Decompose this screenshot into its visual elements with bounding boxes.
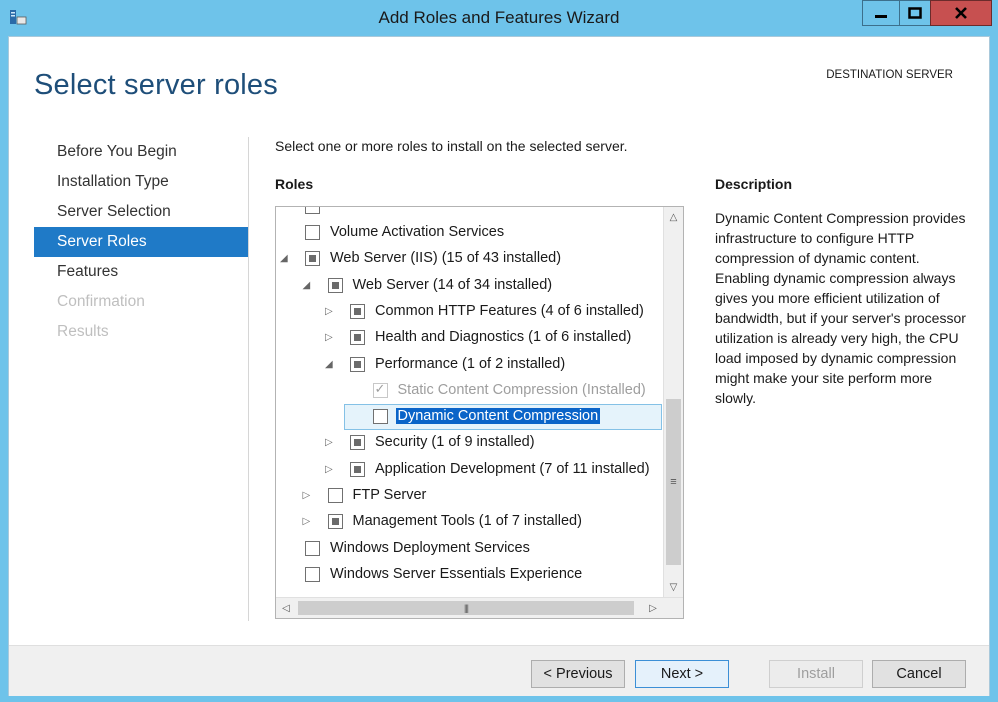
- tree-row[interactable]: ▷ Common HTTP Features (4 of 6 installed): [276, 299, 662, 325]
- expand-arrow-icon[interactable]: ▷: [325, 306, 335, 318]
- nav-item-features[interactable]: Features: [34, 257, 249, 287]
- chevron-left-icon: ◁: [282, 602, 290, 614]
- role-checkbox[interactable]: [372, 409, 388, 425]
- destination-server-label: DESTINATION SERVER: [826, 69, 953, 81]
- role-label: Performance (1 of 2 installed): [375, 355, 566, 372]
- wizard-footer: < Previous Next > Install Cancel: [9, 645, 989, 696]
- role-label: Management Tools (1 of 7 installed): [352, 513, 582, 530]
- nav-item-installation-type[interactable]: Installation Type: [34, 167, 249, 197]
- role-checkbox: [372, 381, 388, 398]
- description-heading: Description: [715, 176, 793, 192]
- tree-row[interactable]: Windows Deployment Services: [276, 536, 662, 562]
- maximize-icon: [908, 7, 922, 19]
- tree-row[interactable]: ▷ Application Development (7 of 11 instal…: [276, 457, 662, 483]
- role-checkbox[interactable]: [305, 225, 320, 240]
- vertical-scrollbar[interactable]: △ ≡ ▽: [663, 207, 683, 597]
- role-checkbox[interactable]: [327, 514, 343, 530]
- role-checkbox[interactable]: [305, 251, 320, 267]
- install-button: Install: [769, 660, 863, 688]
- intro-text: Select one or more roles to install on t…: [275, 138, 628, 154]
- roles-tree-rows: Volume Activation Services ◢ Web Server (I…: [276, 207, 662, 597]
- scroll-left-button[interactable]: ◁: [276, 598, 296, 618]
- page-title: Select server roles: [34, 69, 278, 101]
- wizard-window: Add Roles and Features Wizard Select ser…: [0, 0, 998, 702]
- tree-row[interactable]: ▷ FTP Server: [276, 483, 662, 509]
- nav-item-server-roles[interactable]: Server Roles: [34, 227, 249, 257]
- roles-tree[interactable]: Volume Activation Services ◢ Web Server (I…: [275, 206, 684, 619]
- nav-item-before-you-begin[interactable]: Before You Begin: [34, 137, 249, 167]
- tree-row[interactable]: ◢ Performance (1 of 2 installed): [276, 352, 662, 378]
- tree-row[interactable]: Windows Server Essentials Experience: [276, 562, 662, 588]
- nav-divider: [248, 137, 249, 621]
- description-text: Dynamic Content Compression provides inf…: [715, 210, 966, 406]
- horizontal-scrollbar[interactable]: ◁ ||| ▷: [276, 597, 683, 618]
- wizard-nav: Before You Begin Installation Type Serve…: [34, 137, 249, 347]
- role-label: Web Server (14 of 34 installed): [352, 276, 553, 293]
- roles-heading: Roles: [275, 176, 314, 192]
- role-label: Common HTTP Features (4 of 6 installed): [375, 302, 644, 319]
- chevron-right-icon: ▷: [649, 602, 657, 614]
- horizontal-scroll-thumb[interactable]: |||: [298, 601, 634, 615]
- role-checkbox: [305, 207, 320, 214]
- chevron-down-icon: ▽: [669, 581, 678, 593]
- minimize-icon: [875, 15, 887, 18]
- tree-row[interactable]: Static Content Compression (Installed): [276, 378, 662, 404]
- tree-row[interactable]: ▷ Security (1 of 9 installed): [276, 430, 662, 456]
- collapse-arrow-icon[interactable]: ◢: [303, 280, 313, 292]
- close-icon: [955, 7, 967, 19]
- expand-arrow-icon[interactable]: ▷: [325, 464, 335, 476]
- minimize-button[interactable]: [862, 0, 900, 26]
- collapse-arrow-icon[interactable]: ◢: [280, 253, 290, 265]
- nav-item-results: Results: [57, 323, 109, 340]
- window-title: Add Roles and Features Wizard: [378, 8, 620, 27]
- collapse-arrow-icon[interactable]: ◢: [325, 359, 335, 371]
- nav-item-confirmation: Confirmation: [57, 293, 145, 310]
- next-button[interactable]: Next >: [635, 660, 729, 688]
- scroll-right-button[interactable]: ▷: [643, 598, 663, 618]
- role-checkbox[interactable]: [305, 540, 320, 556]
- role-label: FTP Server: [352, 487, 427, 503]
- tree-row[interactable]: ▷ Health and Diagnostics (1 of 6 installe…: [276, 325, 662, 351]
- role-checkbox[interactable]: [350, 461, 365, 477]
- role-checkbox[interactable]: [305, 566, 320, 582]
- grip-icon: ≡: [670, 476, 677, 488]
- tree-row[interactable]: ◢ Web Server (14 of 34 installed): [276, 273, 662, 299]
- expand-arrow-icon[interactable]: ▷: [303, 490, 313, 502]
- nav-item-server-selection[interactable]: Server Selection: [34, 197, 249, 227]
- chevron-up-icon: △: [669, 211, 678, 223]
- title-bar[interactable]: Add Roles and Features Wizard: [0, 0, 998, 36]
- vertical-scroll-thumb[interactable]: ≡: [666, 399, 681, 565]
- role-label: Health and Diagnostics (1 of 6 installed…: [375, 329, 632, 346]
- role-label: Volume Activation Services: [330, 224, 505, 240]
- previous-button[interactable]: < Previous: [531, 660, 625, 688]
- role-label: Web Server (IIS) (15 of 43 installed): [330, 250, 562, 267]
- role-label: Dynamic Content Compression: [395, 408, 601, 425]
- role-checkbox[interactable]: [350, 435, 365, 451]
- role-checkbox[interactable]: [350, 356, 365, 372]
- wizard-content: Select server roles DESTINATION SERVER B…: [8, 36, 990, 696]
- tree-row[interactable]: ◢ Web Server (IIS) (15 of 43 installed): [276, 246, 662, 272]
- role-checkbox[interactable]: [327, 488, 343, 503]
- role-label: Security (1 of 9 installed): [375, 434, 535, 451]
- maximize-button[interactable]: [899, 0, 931, 26]
- role-label: Application Development (7 of 11 install…: [375, 460, 650, 477]
- role-checkbox[interactable]: [350, 330, 365, 346]
- role-checkbox[interactable]: [350, 303, 365, 319]
- tree-row[interactable]: ▷ Management Tools (1 of 7 installed): [276, 509, 662, 535]
- expand-arrow-icon[interactable]: ▷: [325, 332, 335, 344]
- cancel-button[interactable]: Cancel: [872, 660, 966, 688]
- tree-row[interactable]: Volume Activation Services: [276, 220, 662, 246]
- grip-icon: |||: [463, 603, 469, 613]
- role-label: Windows Deployment Services: [330, 539, 530, 556]
- expand-arrow-icon[interactable]: ▷: [303, 516, 313, 528]
- scroll-down-button[interactable]: ▽: [664, 577, 683, 597]
- role-label: Windows Server Essentials Experience: [330, 565, 583, 582]
- tree-row-partial: [276, 207, 662, 220]
- role-label: Static Content Compression (Installed): [397, 381, 646, 398]
- tree-row[interactable]: Dynamic Content Compression: [276, 404, 662, 431]
- scroll-up-button[interactable]: △: [664, 207, 683, 227]
- expand-arrow-icon[interactable]: ▷: [325, 437, 335, 449]
- role-checkbox[interactable]: [327, 277, 343, 293]
- close-button[interactable]: [930, 0, 992, 26]
